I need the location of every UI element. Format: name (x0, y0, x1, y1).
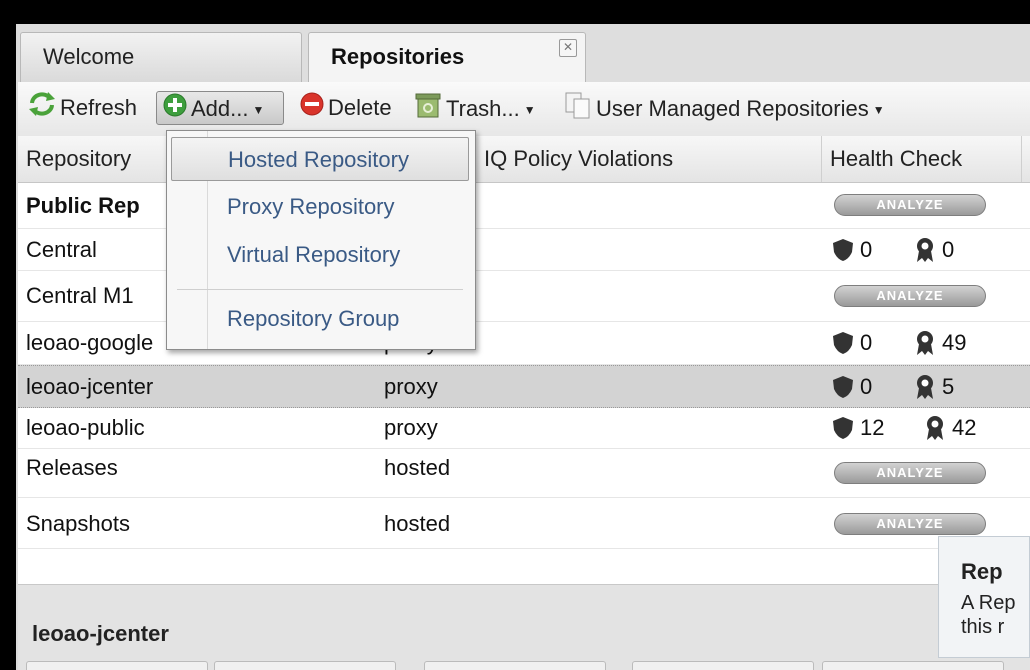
detail-tab[interactable] (26, 661, 208, 670)
app-window: Welcome Repositories ✕ Refresh Add... ▼ … (10, 24, 1030, 670)
security-metric: 0 (832, 366, 872, 407)
detail-tab[interactable] (632, 661, 814, 670)
menu-item-virtual-repository[interactable]: Virtual Repository (171, 233, 469, 277)
add-dropdown-menu: Hosted Repository Proxy Repository Virtu… (166, 130, 476, 350)
security-metric: 0 (832, 229, 872, 270)
detail-tab[interactable] (424, 661, 606, 670)
user-managed-label: User Managed Repositories (596, 95, 869, 121)
user-managed-repositories-button[interactable]: User Managed Repositories ▼ (564, 91, 885, 125)
repositories-panel: Welcome Repositories ✕ Refresh Add... ▼ … (18, 24, 1030, 670)
analyze-button[interactable]: ANALYZE (834, 462, 986, 484)
menu-item-hosted-repository[interactable]: Hosted Repository (171, 137, 469, 181)
tab-welcome[interactable]: Welcome (20, 32, 302, 82)
info-title: Rep (961, 559, 1003, 584)
repository-name: leoao-public (26, 415, 145, 440)
column-header-health-check[interactable]: Health Check (822, 136, 1022, 182)
info-text: A Rep this r (961, 592, 1016, 638)
add-button[interactable]: Add... ▼ (156, 91, 284, 125)
menu-item-repository-group[interactable]: Repository Group (171, 297, 469, 341)
close-icon[interactable]: ✕ (559, 39, 577, 57)
repository-type: hosted (384, 511, 451, 536)
trash-icon (414, 91, 442, 129)
menu-item-proxy-repository[interactable]: Proxy Repository (171, 185, 469, 229)
repository-name: leoao-jcenter (26, 373, 154, 399)
detail-tab[interactable] (214, 661, 396, 670)
table-row-selected[interactable]: leoao-jcenter proxy 0 5 (18, 365, 1030, 408)
shield-icon (833, 238, 853, 261)
chevron-down-icon: ▼ (872, 103, 885, 117)
trash-button[interactable]: Trash... ▼ (414, 91, 536, 125)
tab-label: Welcome (43, 44, 135, 69)
refresh-label: Refresh (60, 95, 138, 120)
detail-title: leoao-jcenter (32, 621, 169, 646)
chevron-down-icon: ▼ (252, 103, 265, 118)
delete-button[interactable]: Delete (300, 91, 392, 125)
analyze-button[interactable]: ANALYZE (834, 285, 986, 307)
license-metric: 42 (924, 408, 976, 448)
repository-type: hosted (384, 455, 451, 480)
shield-icon (833, 375, 853, 398)
delete-icon (300, 92, 324, 126)
license-metric: 0 (914, 229, 954, 270)
add-icon (163, 93, 187, 127)
repository-name: Snapshots (26, 511, 130, 536)
table-row[interactable]: leoao-public proxy 12 42 (18, 408, 1030, 449)
refresh-icon (28, 91, 56, 127)
copy-icon (564, 91, 592, 129)
repository-type: proxy (384, 373, 438, 399)
tab-bar: Welcome Repositories ✕ (18, 24, 1030, 83)
table-row[interactable]: Releases hosted ANALYZE (18, 449, 1030, 498)
trash-label: Trash... (446, 95, 520, 121)
shield-icon (833, 332, 853, 354)
table-row[interactable]: Snapshots hosted ANALYZE (18, 500, 1030, 549)
analyze-button[interactable]: ANALYZE (834, 194, 986, 216)
add-label: Add... (191, 96, 249, 121)
security-metric: 0 (832, 322, 872, 364)
left-divider (10, 24, 16, 670)
refresh-button[interactable]: Refresh (28, 91, 137, 125)
detail-panel: leoao-jcenter (18, 584, 1030, 670)
detail-tab[interactable] (822, 661, 1004, 670)
tab-label: Repositories (331, 44, 465, 69)
repository-name: Releases (26, 455, 118, 480)
award-icon (917, 374, 933, 399)
shield-icon (833, 417, 853, 439)
tab-repositories[interactable]: Repositories ✕ (308, 32, 586, 83)
award-icon (927, 416, 943, 440)
award-icon (917, 331, 933, 355)
repository-type: proxy (384, 415, 438, 440)
column-header-iq-policy[interactable]: IQ Policy Violations (476, 136, 822, 182)
info-panel: Rep A Rep this r (938, 536, 1030, 658)
license-metric: 49 (914, 322, 966, 364)
chevron-down-icon: ▼ (523, 103, 536, 117)
analyze-button[interactable]: ANALYZE (834, 513, 986, 535)
menu-separator (177, 289, 463, 290)
toolbar: Refresh Add... ▼ Delete Trash... ▼ User … (18, 82, 1030, 137)
award-icon (917, 237, 933, 262)
security-metric: 12 (832, 408, 884, 448)
delete-label: Delete (328, 95, 392, 120)
license-metric: 5 (914, 366, 954, 407)
